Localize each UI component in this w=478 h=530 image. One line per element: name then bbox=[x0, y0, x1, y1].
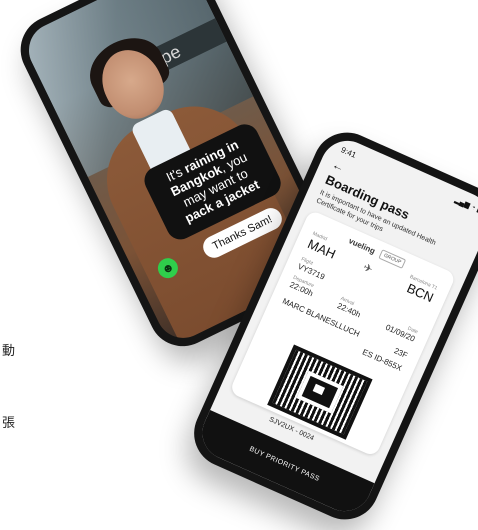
status-icons: ▂▄▆ ◔ ▮ bbox=[453, 196, 478, 215]
back-arrow-icon[interactable]: ← bbox=[330, 157, 347, 175]
origin-code: MAH bbox=[305, 236, 338, 262]
group-badge: GROUP bbox=[378, 249, 407, 270]
qr-inner bbox=[296, 370, 344, 414]
airline-logo: vueling bbox=[347, 236, 377, 256]
plane-icon: ✈ bbox=[361, 261, 375, 277]
qr-core bbox=[312, 383, 326, 396]
side-char-2: 張 bbox=[2, 415, 16, 430]
seat-number: 23F bbox=[392, 346, 409, 361]
status-time: 9:41 bbox=[339, 145, 358, 160]
side-char-1: 動 bbox=[2, 343, 16, 358]
